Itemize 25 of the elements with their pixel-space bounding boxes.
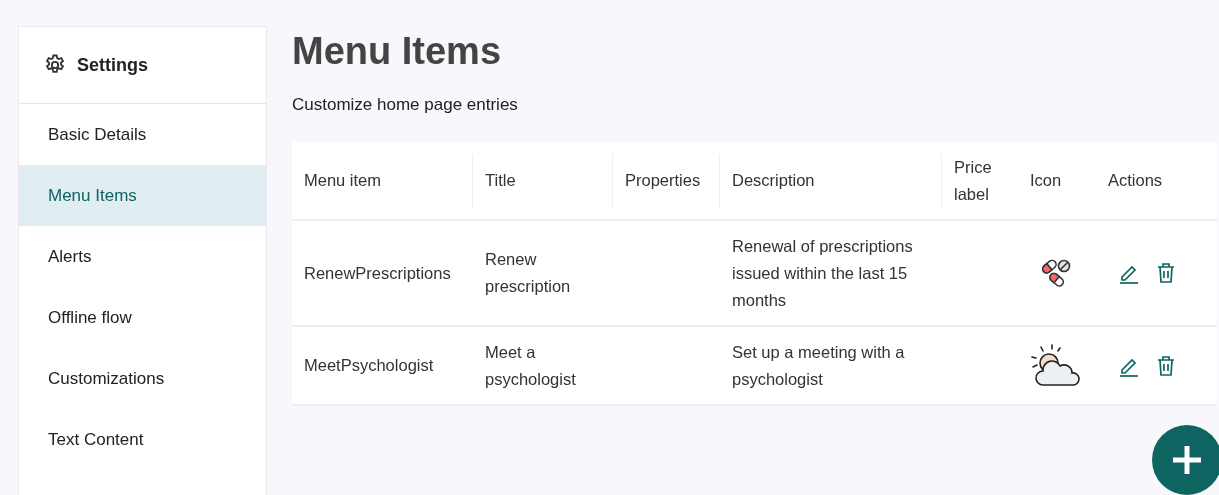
delete-icon[interactable] <box>1156 354 1176 377</box>
column-header: Menu item <box>304 170 382 191</box>
table-cell-text: Set up a meeting with a psychologist <box>732 341 906 390</box>
delete-icon[interactable] <box>1156 262 1176 284</box>
table-cell-text: RenewPrescriptions <box>304 262 451 284</box>
table-cell-text: Meet a psychologist <box>485 341 577 390</box>
column-header: Title <box>485 170 516 191</box>
table-cell-text: Renew prescription <box>485 249 572 297</box>
sidebar-item[interactable]: Alerts <box>19 226 266 287</box>
page-title: Menu Items <box>292 30 503 73</box>
column-header: Icon <box>1030 170 1062 191</box>
sidebar-item[interactable]: Text Content <box>19 409 266 470</box>
sidebar-item[interactable]: Customizations <box>19 348 266 409</box>
column-header: Actions <box>1108 170 1163 191</box>
page-subtitle: Customize home page entries <box>292 95 519 115</box>
column-header: Description <box>732 170 815 191</box>
sidebar-item[interactable]: Basic Details <box>19 104 266 165</box>
sidebar-title: Settings <box>77 54 148 76</box>
plus-icon <box>1171 444 1203 476</box>
sidebar-item[interactable]: Menu Items <box>19 165 266 226</box>
table-cell-text: Renewal of prescriptions issued within the last 15 months <box>732 235 914 311</box>
table-cell-text: MeetPsychologist <box>304 355 434 376</box>
column-header: Properties <box>625 170 701 191</box>
sidebar-item[interactable]: Offline flow <box>19 287 266 348</box>
column-header: Price label <box>954 156 993 205</box>
